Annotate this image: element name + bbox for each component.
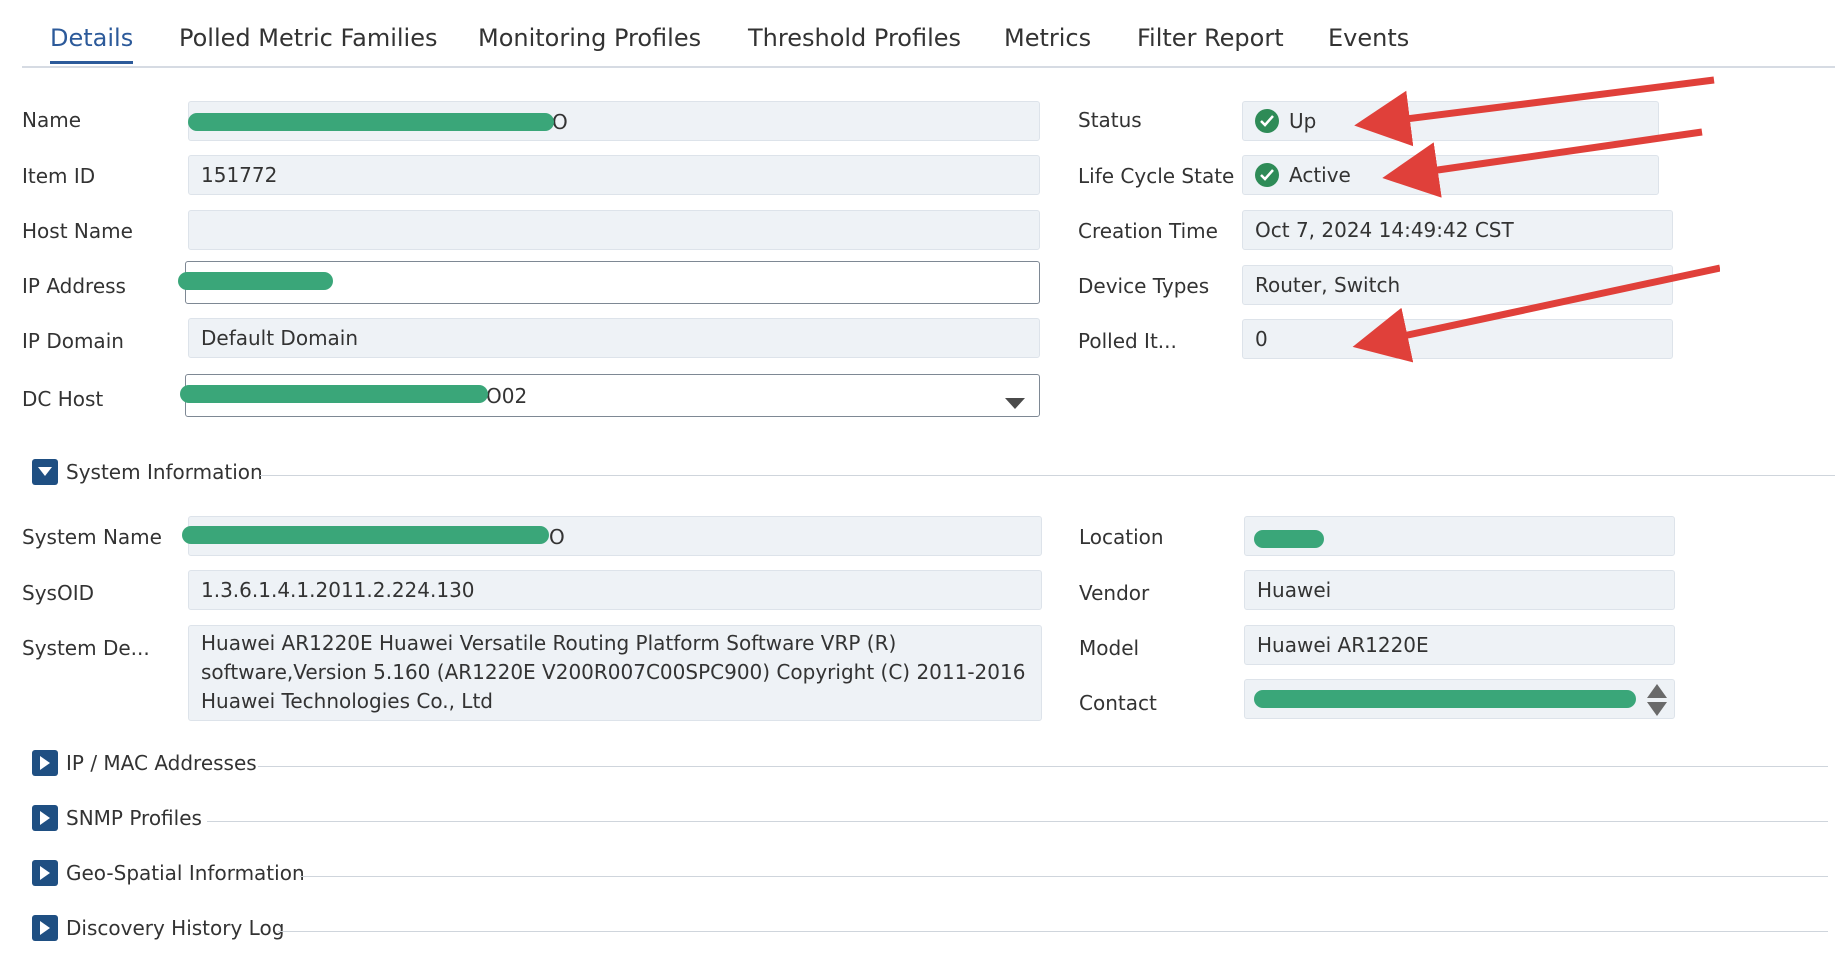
system-name-label: System Name [22, 525, 162, 549]
chevron-right-icon[interactable] [32, 860, 58, 886]
section-title: Geo-Spatial Information [66, 861, 305, 885]
tab-monitoring-profiles[interactable]: Monitoring Profiles [478, 24, 701, 64]
redaction-mark [180, 385, 488, 403]
chevron-down-icon[interactable] [32, 459, 58, 485]
polled-items-label: Polled It... [1078, 329, 1177, 353]
section-divider [278, 931, 1828, 932]
tab-threshold-profiles[interactable]: Threshold Profiles [748, 24, 961, 64]
chevron-right-icon[interactable] [32, 750, 58, 776]
item-id-value: 151772 [201, 163, 278, 187]
annotation-arrow [1352, 264, 1720, 363]
model-field[interactable]: Huawei AR1220E [1244, 625, 1675, 665]
chevron-right-icon[interactable] [32, 915, 58, 941]
tab-polled-metric-families[interactable]: Polled Metric Families [179, 24, 437, 64]
section-divider [207, 821, 1828, 822]
system-info-title: System Information [66, 460, 263, 484]
system-info-header[interactable]: System Information [32, 457, 263, 487]
section-title: Discovery History Log [66, 916, 285, 940]
ip-address-label: IP Address [22, 274, 126, 298]
section-discovery-history[interactable]: Discovery History Log [32, 913, 284, 943]
system-description-value: Huawei AR1220E Huawei Versatile Routing … [201, 631, 1026, 713]
vendor-label: Vendor [1079, 581, 1150, 605]
sysoid-field[interactable]: 1.3.6.1.4.1.2011.2.224.130 [188, 570, 1042, 610]
system-description-label: System De... [22, 636, 150, 660]
tab-details[interactable]: Details [50, 24, 134, 64]
chevron-down-icon[interactable] [1005, 391, 1025, 415]
creation-time-label: Creation Time [1078, 219, 1218, 243]
ip-domain-label: IP Domain [22, 329, 124, 353]
ip-domain-field[interactable]: Default Domain [188, 318, 1040, 358]
section-geo-spatial[interactable]: Geo-Spatial Information [32, 858, 305, 888]
model-value: Huawei AR1220E [1257, 633, 1429, 657]
redaction-mark [178, 272, 333, 290]
redaction-mark [188, 113, 554, 131]
polled-items-value: 0 [1255, 327, 1268, 351]
tab-filter-report[interactable]: Filter Report [1137, 24, 1284, 64]
dc-host-value-suffix: O02 [486, 384, 528, 408]
item-id-field[interactable]: 151772 [188, 155, 1040, 195]
section-title: IP / MAC Addresses [66, 751, 257, 775]
host-name-field[interactable] [188, 210, 1040, 250]
host-name-label: Host Name [22, 219, 133, 243]
lifecycle-label: Life Cycle State [1078, 164, 1235, 188]
tab-bar: Details Polled Metric Families Monitorin… [22, 10, 1835, 68]
section-divider [258, 766, 1828, 767]
redaction-mark [182, 526, 549, 544]
name-value-suffix: O [552, 110, 568, 134]
tab-events[interactable]: Events [1328, 24, 1409, 64]
contact-label: Contact [1079, 691, 1157, 715]
annotation-arrow [1382, 128, 1703, 198]
item-id-label: Item ID [22, 164, 96, 188]
sysoid-label: SysOID [22, 581, 94, 605]
vendor-value: Huawei [1257, 578, 1332, 602]
spinner-icon[interactable] [1646, 682, 1668, 718]
name-label: Name [22, 108, 82, 132]
section-divider [300, 876, 1828, 877]
vendor-field[interactable]: Huawei [1244, 570, 1675, 610]
status-label: Status [1078, 108, 1142, 132]
sysoid-value: 1.3.6.1.4.1.2011.2.224.130 [201, 578, 475, 602]
status-value: Up [1289, 109, 1317, 133]
section-ip-mac[interactable]: IP / MAC Addresses [32, 748, 257, 778]
redaction-mark [1254, 530, 1324, 548]
section-divider [260, 475, 1835, 476]
section-snmp-profiles[interactable]: SNMP Profiles [32, 803, 202, 833]
check-circle-icon [1255, 163, 1279, 187]
tab-metrics[interactable]: Metrics [1004, 24, 1091, 64]
ip-domain-value: Default Domain [201, 326, 359, 350]
check-circle-icon [1255, 109, 1279, 133]
system-name-suffix: O [549, 525, 565, 549]
location-label: Location [1079, 525, 1164, 549]
dc-host-label: DC Host [22, 387, 104, 411]
annotation-arrow [1354, 76, 1715, 147]
chevron-right-icon[interactable] [32, 805, 58, 831]
system-description-field[interactable]: Huawei AR1220E Huawei Versatile Routing … [188, 625, 1042, 721]
model-label: Model [1079, 636, 1140, 660]
section-title: SNMP Profiles [66, 806, 202, 830]
annotation-arrows [1352, 76, 1720, 363]
device-types-label: Device Types [1078, 274, 1210, 298]
redaction-mark [1254, 690, 1636, 708]
